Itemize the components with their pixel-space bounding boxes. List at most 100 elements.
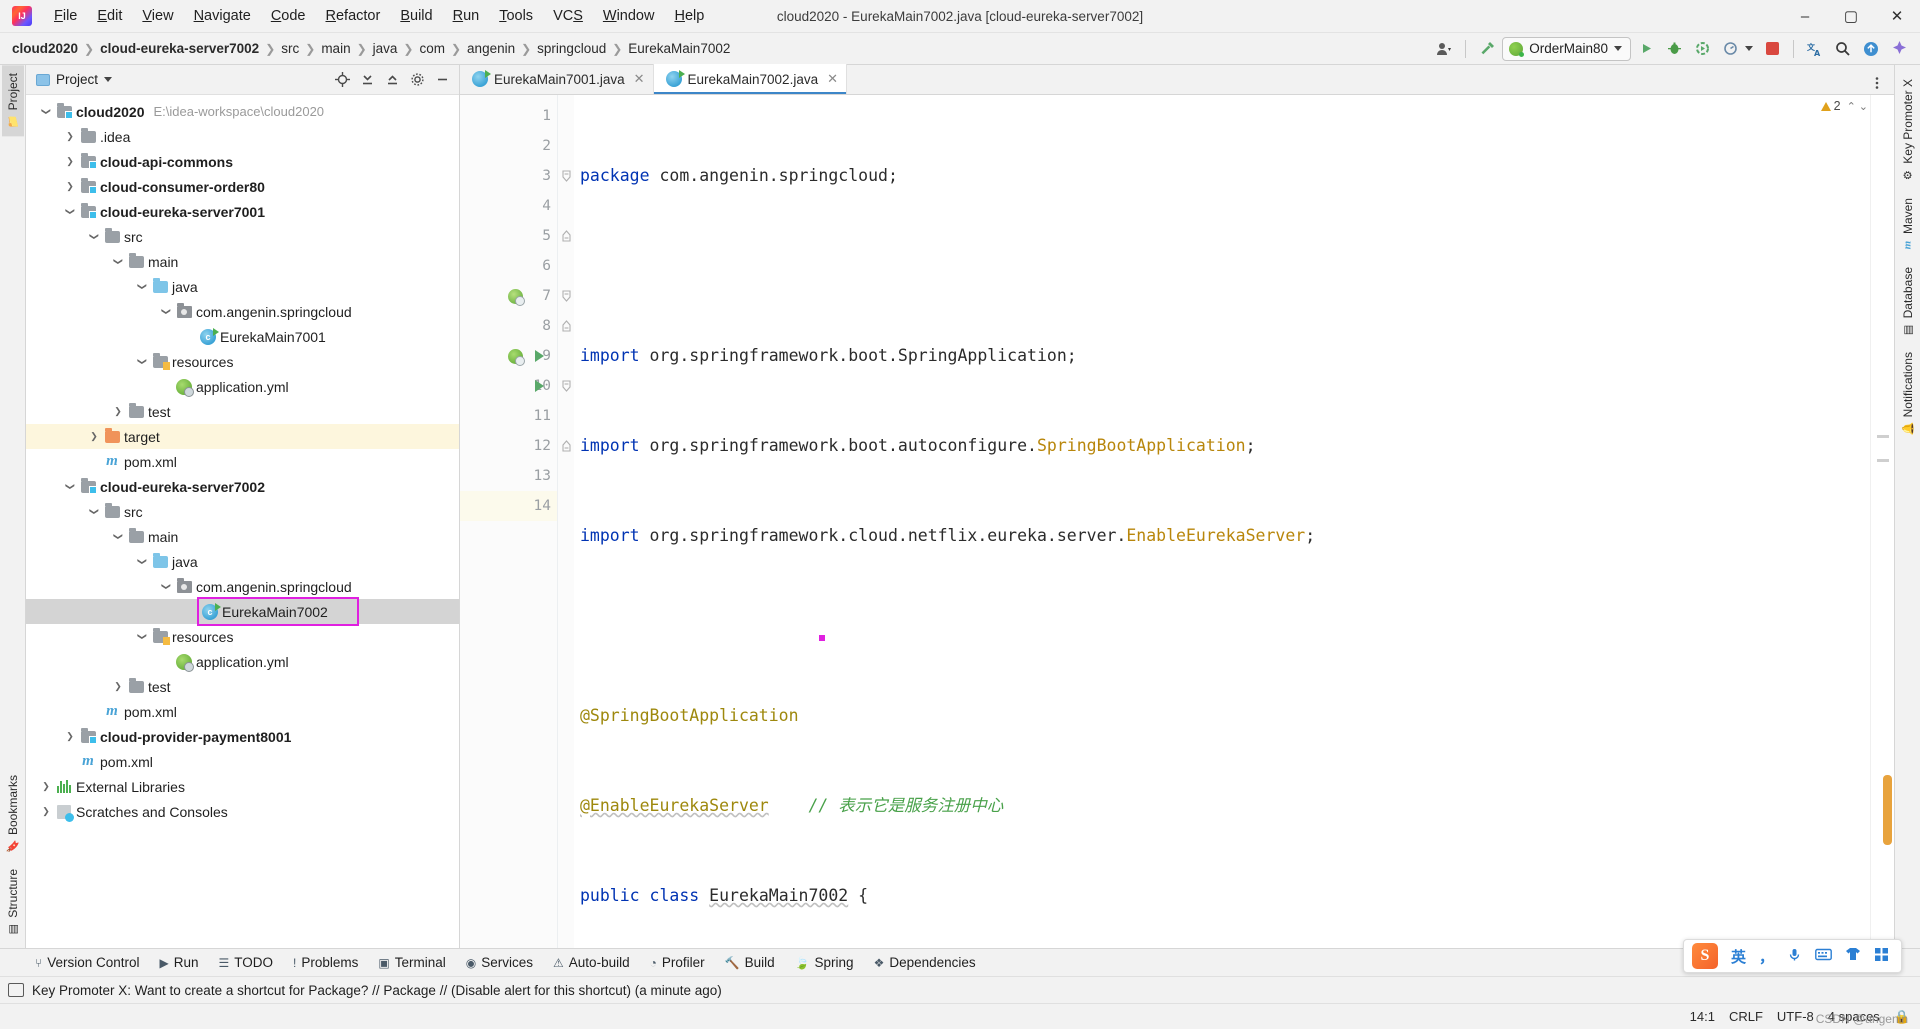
skin-icon[interactable] [1845,947,1861,965]
spring-bean-gutter-icon[interactable] [506,288,525,306]
file-encoding[interactable]: UTF-8 [1777,1009,1814,1024]
keyboard-icon[interactable] [1815,948,1832,965]
gutter-line-3[interactable]: 3 [460,161,557,191]
maximize-button[interactable]: ▢ [1828,0,1874,33]
tree-node-cloud-provider-payment8001[interactable]: cloud-provider-payment8001 [26,724,459,749]
sidebar-item-structure[interactable]: ▤ Structure [2,861,24,944]
run-configuration-selector[interactable]: OrderMain80 [1502,36,1631,61]
expand-all-icon[interactable] [356,69,378,91]
close-icon[interactable]: ✕ [827,71,838,87]
chinese-english-toggle-icon[interactable]: 英 [1731,946,1746,967]
menu-edit[interactable]: Edit [87,4,132,28]
gutter-line-2[interactable]: 2 [460,131,557,161]
bottom-tab-services[interactable]: ◉ Services [457,952,542,973]
sidebar-item-database[interactable]: ▤ Database [1897,259,1919,344]
chevron-down-icon[interactable] [158,299,174,324]
tree-node-target[interactable]: target [26,424,459,449]
gutter-line-4[interactable]: 4 [460,191,557,221]
tree-node-pom-xml[interactable]: m pom.xml [26,749,459,774]
menu-tools[interactable]: Tools [489,4,543,28]
project-tree[interactable]: cloud2020 E:\idea-workspace\cloud2020 .ide… [26,95,459,948]
breadcrumb-item-0[interactable]: cloud2020 [8,39,82,58]
hide-panel-icon[interactable] [431,69,453,91]
fold-marker-12[interactable] [558,431,574,461]
chevron-right-icon[interactable] [110,399,126,424]
fold-marker-5[interactable] [558,221,574,251]
tree-node-pom-xml[interactable]: m pom.xml [26,449,459,474]
breadcrumb-item-2[interactable]: src [277,39,303,58]
chevron-right-icon[interactable] [38,774,54,799]
gutter-line-7[interactable]: 7 [460,281,557,311]
tree-node-resources[interactable]: resources [26,349,459,374]
bottom-tab-spring[interactable]: 🍃 Spring [786,952,863,973]
editor-options-icon[interactable] [1866,72,1888,94]
editor-marker-column[interactable]: 2 ⌃ ⌄ [1820,95,1894,948]
sidebar-item-notifications[interactable]: 🔔 Notifications [1897,344,1919,443]
translate-icon[interactable]: 文A [1802,37,1828,61]
sogou-pinyin-icon[interactable]: S [1691,943,1718,969]
spring-run-gutter-icon[interactable] [506,348,525,366]
sidebar-item-key-promoter-x[interactable]: ⚙ Key Promoter X [1897,71,1919,190]
gear-icon[interactable] [406,69,428,91]
updates-icon[interactable] [1858,37,1884,61]
bottom-tab-todo[interactable]: ☰ TODO [210,952,283,973]
tree-node-java[interactable]: java [26,549,459,574]
menu-view[interactable]: View [132,4,183,28]
breadcrumb-item-1[interactable]: cloud-eureka-server7002 [96,39,263,58]
gutter-line-8[interactable]: 8 [460,311,557,341]
tree-node-external-libraries[interactable]: External Libraries [26,774,459,799]
gutter-line-10[interactable]: 10 [460,371,557,401]
chevron-right-icon[interactable] [86,424,102,449]
chevron-down-icon[interactable] [134,274,150,299]
tree-node-cloud-eureka-server7001[interactable]: cloud-eureka-server7001 [26,199,459,224]
tree-node-eurekamain7002[interactable]: c EurekaMain7002 [26,597,459,626]
menu-help[interactable]: Help [664,4,714,28]
fold-marker-7[interactable] [558,281,574,311]
bottom-tab-profiler[interactable]: ◔ Profiler [641,952,714,973]
sogou-ime-toolbar[interactable]: S 英 ， [1682,939,1902,973]
chevron-down-icon[interactable] [110,249,126,274]
chevron-down-icon[interactable] [110,524,126,549]
gutter-line-13[interactable]: 13 [460,461,557,491]
tree-node-com-angenin-springcloud[interactable]: com.angenin.springcloud [26,574,459,599]
fold-marker-8[interactable] [558,311,574,341]
menu-code[interactable]: Code [261,4,316,28]
editor-gutter[interactable]: 1 2 3 4 5 6 7 8 9 10 11 12 13 14 [460,95,558,948]
profile-icon[interactable] [1717,37,1743,61]
chevron-down-icon[interactable] [62,199,78,224]
tree-node-application-yml[interactable]: application.yml [26,649,459,674]
tree-node-test[interactable]: test [26,399,459,424]
tree-node-pom-xml[interactable]: m pom.xml [26,699,459,724]
fold-marker-10[interactable] [558,371,574,401]
menu-vcs[interactable]: VCS [543,4,593,28]
tree-node-cloud-consumer-order80[interactable]: cloud-consumer-order80 [26,174,459,199]
chevron-right-icon[interactable] [62,174,78,199]
breadcrumb-item-7[interactable]: springcloud [533,39,610,58]
caret-position[interactable]: 14:1 [1690,1009,1715,1024]
bottom-tab-dependencies[interactable]: ❖ Dependencies [865,952,985,973]
chevron-down-icon[interactable] [86,499,102,524]
bottom-tab-auto-build[interactable]: ⚠ Auto-build [544,952,639,973]
chevron-down-icon[interactable] [1745,46,1753,51]
chevron-down-icon[interactable] [134,349,150,374]
gutter-line-12[interactable]: 12 [460,431,557,461]
hammer-build-icon[interactable] [1474,37,1500,61]
tree-node--idea[interactable]: .idea [26,124,459,149]
gutter-line-14[interactable]: 14 [460,491,557,521]
minimize-button[interactable]: – [1782,0,1828,33]
bottom-tab-problems[interactable]: ! Problems [284,952,367,973]
bottom-tab-terminal[interactable]: ▣ Terminal [369,952,454,973]
chevron-right-icon[interactable] [62,124,78,149]
search-icon[interactable] [1830,37,1856,61]
chevron-down-icon[interactable] [38,99,54,124]
editor-tab-eurekamain7001[interactable]: EurekaMain7001.java ✕ [460,64,654,94]
chevron-down-icon[interactable] [158,574,174,599]
fold-marker-3[interactable] [558,161,574,191]
editor-code-content[interactable]: package com.angenin.springcloud; import … [574,95,1870,948]
tree-node-cloud-eureka-server7002[interactable]: cloud-eureka-server7002 [26,474,459,499]
chevron-down-icon[interactable] [104,77,113,82]
chevron-down-icon[interactable] [62,474,78,499]
toolbox-icon[interactable] [1874,947,1889,966]
chevron-down-icon[interactable]: ⌄ [1859,100,1868,113]
tree-node-cloud2020[interactable]: cloud2020 E:\idea-workspace\cloud2020 [26,99,459,124]
